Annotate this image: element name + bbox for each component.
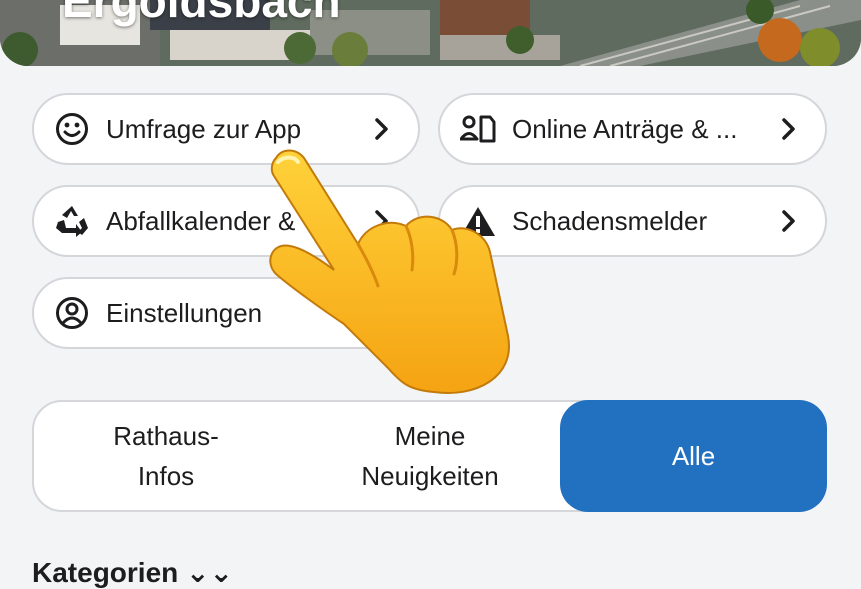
chevron-right-icon (777, 118, 801, 140)
tile-label: Online Anträge & ... (512, 113, 738, 144)
categories-toggle[interactable]: Kategorien ⌄⌄ (32, 556, 233, 589)
account-circle-icon (54, 295, 90, 331)
header-image: Ergoldsbach (0, 0, 861, 66)
segment-label: Rathaus- (113, 421, 219, 451)
tile-umfrage[interactable]: Umfrage zur App (32, 93, 420, 165)
segment-label: Neuigkeiten (361, 461, 499, 491)
chevron-right-icon (777, 210, 801, 232)
segment-rathaus-infos[interactable]: Rathaus- Infos (34, 402, 298, 510)
chevron-right-icon (370, 302, 394, 324)
chevron-right-icon (370, 118, 394, 140)
tile-schadensmelder[interactable]: Schadensmelder (438, 185, 827, 257)
page-title: Ergoldsbach (62, 0, 341, 27)
segment-alle[interactable]: Alle (560, 400, 827, 512)
news-filter-segmented-control: Rathaus- Infos Meine Neuigkeiten Alle (32, 400, 827, 512)
tile-online-antraege[interactable]: Online Anträge & ... (438, 93, 827, 165)
tile-label: Schadensmelder (512, 205, 708, 236)
recycle-icon (54, 203, 90, 239)
tile-einstellungen[interactable]: Einstellungen (32, 277, 420, 349)
tile-label: Einstellungen (106, 297, 263, 328)
tile-label: Abfallkalender & (106, 205, 296, 236)
tile-label: Umfrage zur App (106, 113, 302, 144)
chevron-right-icon (370, 210, 394, 232)
segment-label: Infos (137, 461, 195, 491)
pointing-hand-icon (269, 149, 510, 394)
tile-abfallkalender[interactable]: Abfallkalender & (32, 185, 420, 257)
warning-icon (460, 203, 496, 239)
person-form-icon (460, 111, 496, 147)
smiley-icon (54, 111, 90, 147)
segment-label: Meine (394, 421, 466, 451)
segment-meine-neuigkeiten[interactable]: Meine Neuigkeiten (298, 402, 562, 510)
segment-label: Alle (671, 441, 716, 471)
